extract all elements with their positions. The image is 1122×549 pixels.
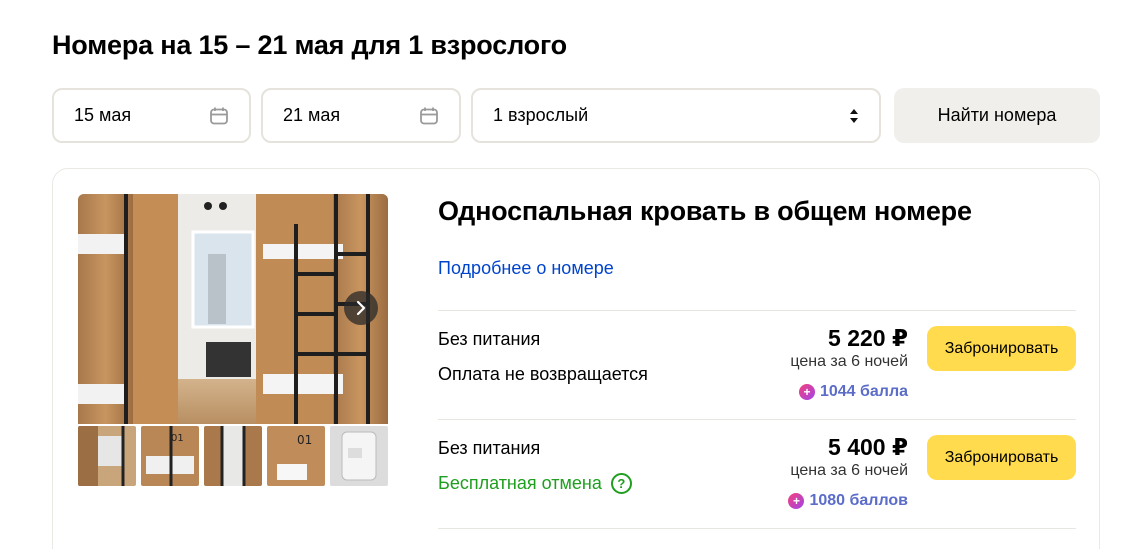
meal-label: Без питания [438, 329, 541, 349]
price-nights: цена за 6 ночей [790, 462, 908, 479]
points: + 1080 баллов [788, 492, 908, 510]
find-rooms-button[interactable]: Найти номера [894, 88, 1100, 143]
points-label: 1080 баллов [809, 492, 908, 509]
date-from-field[interactable]: 15 мая [52, 88, 251, 143]
photo-thumbnail[interactable] [330, 426, 388, 486]
question-icon[interactable]: ? [610, 473, 632, 494]
book-button[interactable]: Забронировать [927, 326, 1076, 371]
photo-thumbnail[interactable]: 01 [267, 426, 325, 486]
rate-row: Без питания Бесплатная отмена ? 5 400 ₽ … [438, 420, 1076, 528]
price-nights: цена за 6 ночей [790, 353, 908, 370]
svg-text:01: 01 [171, 433, 184, 444]
free-cancel-label: Бесплатная отмена [438, 473, 602, 493]
guests-value: 1 взрослый [493, 105, 589, 125]
plus-points-icon: + [788, 493, 805, 509]
guests-select[interactable]: 1 взрослый [471, 88, 881, 143]
photo-thumbnail[interactable] [204, 426, 262, 486]
photo-thumbnails: 01 01 [78, 426, 388, 486]
room-card: 01 01 Односпальная кровать в общем номер… [52, 168, 1100, 549]
date-to-field[interactable]: 21 мая [261, 88, 461, 143]
room-main-photo[interactable] [78, 194, 388, 424]
plus-points-icon: + [798, 384, 815, 400]
chevron-right-icon[interactable] [344, 291, 378, 325]
room-details-link[interactable]: Подробнее о номере [438, 258, 614, 279]
cancel-policy: Оплата не возвращается [438, 364, 648, 384]
divider [438, 528, 1076, 529]
photo-thumbnail[interactable]: 01 [141, 426, 199, 486]
price: 5 220 ₽ [828, 325, 908, 351]
date-from-value: 15 мая [74, 105, 132, 125]
calendar-icon [209, 106, 229, 126]
cancel-policy: Бесплатная отмена ? [438, 473, 632, 494]
book-button[interactable]: Забронировать [927, 435, 1076, 480]
rate-row: Без питания Оплата не возвращается 5 220… [438, 311, 1076, 419]
calendar-icon [419, 106, 439, 126]
date-to-value: 21 мая [283, 105, 341, 125]
points-label: 1044 балла [819, 383, 908, 400]
page-title: Номера на 15 – 21 мая для 1 взрослого [52, 30, 567, 60]
room-title: Односпальная кровать в общем номере [438, 196, 972, 226]
photo-thumbnail[interactable] [78, 426, 136, 486]
price: 5 400 ₽ [828, 434, 908, 460]
points: + 1044 балла [798, 383, 908, 401]
meal-label: Без питания [438, 438, 541, 458]
sort-arrows-icon [849, 108, 859, 124]
svg-text:01: 01 [297, 433, 312, 447]
